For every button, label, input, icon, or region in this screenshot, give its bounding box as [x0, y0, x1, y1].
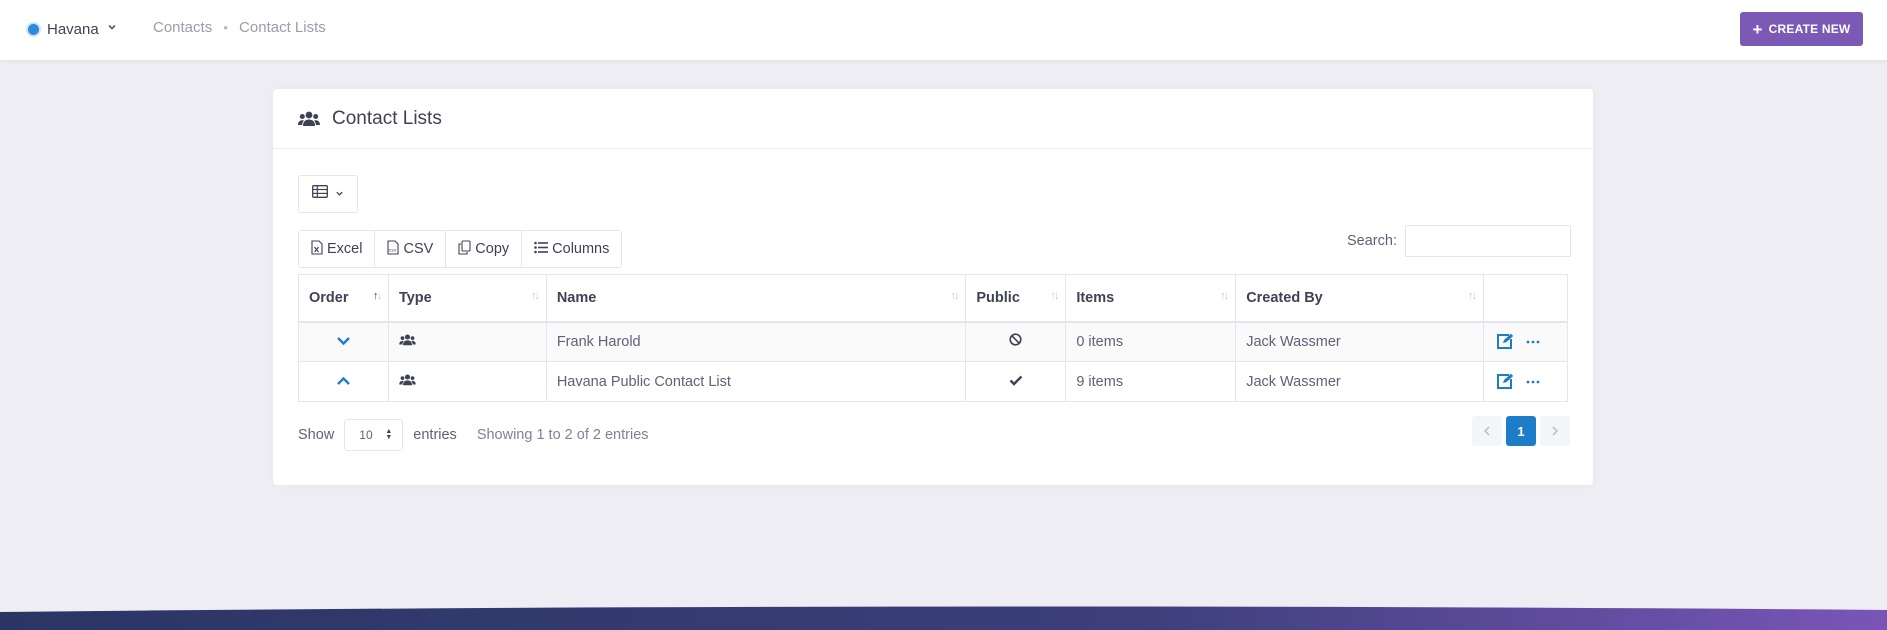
breadcrumb: Contacts ● Contact Lists	[153, 19, 326, 36]
column-label: Public	[976, 289, 1020, 306]
columns-label: Columns	[552, 241, 610, 257]
pagination: 1	[1472, 416, 1570, 446]
search-box: Search:	[1347, 225, 1571, 257]
top-bar: Havana Contacts ● Contact Lists + CREATE…	[0, 0, 1887, 60]
table-header-row: Order ↑↓ Type ↑↓ Name ↑↓ Public ↑↓ Items	[298, 274, 1569, 323]
columns-button[interactable]: Columns	[522, 231, 622, 267]
contact-lists-card: Contact Lists Excel csv CSV Copy Columns…	[273, 89, 1593, 485]
column-label: Order	[309, 289, 349, 306]
breadcrumb-contacts[interactable]: Contacts	[153, 19, 212, 36]
next-page-button[interactable]	[1540, 416, 1570, 446]
breadcrumb-contact-lists[interactable]: Contact Lists	[239, 19, 326, 36]
column-label: Name	[556, 289, 597, 306]
column-header-name[interactable]: Name ↑↓	[545, 274, 967, 323]
table-info: Showing 1 to 2 of 2 entries	[476, 427, 649, 443]
chevron-down-icon	[107, 22, 117, 35]
type-cell	[387, 361, 547, 402]
table-length-control: Show 10 ▲ ▼ entries Showing 1 to 2 of 2 e…	[298, 419, 649, 451]
table-row: Havana Public Contact List 9 items Jack …	[298, 361, 1569, 402]
excel-file-icon	[311, 239, 323, 259]
public-cell	[965, 321, 1067, 362]
more-options-icon[interactable]	[1526, 340, 1540, 344]
csv-button[interactable]: csv CSV	[375, 231, 447, 267]
column-header-items[interactable]: Items ↑↓	[1065, 274, 1237, 323]
chevron-down-icon	[335, 185, 344, 203]
sort-icon: ↑↓	[1050, 290, 1059, 302]
page-length-value: 10	[359, 428, 373, 442]
copy-icon	[458, 239, 471, 259]
contact-lists-table: Order ↑↓ Type ↑↓ Name ↑↓ Public ↑↓ Items	[298, 274, 1569, 402]
card-header: Contact Lists	[273, 89, 1593, 149]
created-by-cell: Jack Wassmer	[1235, 321, 1484, 362]
items-cell: 0 items	[1065, 321, 1237, 362]
users-icon	[298, 111, 320, 127]
column-label: Created By	[1246, 289, 1323, 306]
sort-icon: ↑↓	[950, 290, 959, 302]
chevron-up-icon[interactable]	[336, 376, 351, 386]
workspace-name: Havana	[47, 20, 99, 38]
column-label: Type	[398, 289, 432, 306]
more-options-icon[interactable]	[1526, 380, 1540, 384]
actions-cell	[1482, 321, 1569, 362]
users-icon	[399, 373, 416, 386]
name-cell: Frank Harold	[545, 321, 967, 362]
type-cell	[387, 321, 547, 362]
copy-label: Copy	[475, 241, 510, 257]
plus-icon: +	[1752, 19, 1763, 39]
column-label: Items	[1076, 289, 1115, 306]
edit-icon[interactable]	[1496, 373, 1514, 390]
users-icon	[399, 334, 416, 346]
ban-icon	[1009, 333, 1022, 346]
check-icon	[1009, 375, 1023, 386]
excel-button[interactable]: Excel	[299, 231, 376, 267]
bottom-decorative-band	[0, 606, 1887, 630]
sort-icon: ↑↓	[1220, 290, 1229, 302]
column-header-type[interactable]: Type ↑↓	[387, 274, 547, 323]
edit-icon[interactable]	[1496, 333, 1514, 350]
column-header-created-by[interactable]: Created By ↑↓	[1235, 274, 1484, 323]
chevron-down-icon[interactable]	[336, 336, 351, 346]
workspace-status-icon	[28, 23, 39, 35]
search-label: Search:	[1347, 233, 1397, 249]
sort-asc-icon: ↑↓	[372, 290, 382, 302]
search-input[interactable]	[1404, 225, 1571, 257]
previous-page-button[interactable]	[1472, 416, 1502, 446]
sort-updown-icon: ▲ ▼	[385, 428, 393, 441]
order-cell	[298, 321, 389, 362]
sort-icon: ↑↓	[530, 290, 540, 302]
order-cell	[298, 361, 389, 402]
column-header-order[interactable]: Order ↑↓	[298, 274, 389, 323]
svg-text:csv: csv	[389, 248, 397, 253]
public-cell	[965, 361, 1067, 402]
table-row: Frank Harold 0 items Jack Wassmer	[298, 321, 1569, 362]
items-cell: 9 items	[1065, 361, 1237, 402]
view-toggle-dropdown[interactable]	[298, 175, 358, 213]
created-by-cell: Jack Wassmer	[1235, 361, 1484, 402]
name-cell: Havana Public Contact List	[545, 361, 967, 402]
entries-label: entries	[413, 427, 457, 443]
create-new-label: CREATE NEW	[1768, 22, 1851, 36]
card-title: Contact Lists	[332, 107, 442, 129]
csv-label: CSV	[403, 241, 434, 257]
actions-cell	[1482, 361, 1569, 402]
chevron-left-icon	[1484, 426, 1490, 436]
create-new-button[interactable]: + CREATE NEW	[1740, 12, 1863, 46]
page-button-1[interactable]: 1	[1506, 416, 1536, 446]
list-icon	[534, 241, 549, 258]
excel-label: Excel	[327, 241, 363, 257]
workspace-selector[interactable]: Havana	[28, 18, 117, 40]
csv-file-icon: csv	[387, 239, 400, 259]
sort-icon: ↑↓	[1467, 290, 1477, 302]
show-label: Show	[298, 427, 335, 443]
table-icon	[312, 185, 328, 203]
copy-button[interactable]: Copy	[446, 231, 523, 267]
export-button-group: Excel csv CSV Copy Columns	[298, 230, 623, 268]
column-header-public[interactable]: Public ↑↓	[965, 274, 1067, 323]
breadcrumb-separator: ●	[223, 23, 229, 32]
chevron-right-icon	[1552, 426, 1558, 436]
page-length-select[interactable]: 10 ▲ ▼	[344, 419, 404, 451]
column-header-actions	[1482, 274, 1569, 323]
